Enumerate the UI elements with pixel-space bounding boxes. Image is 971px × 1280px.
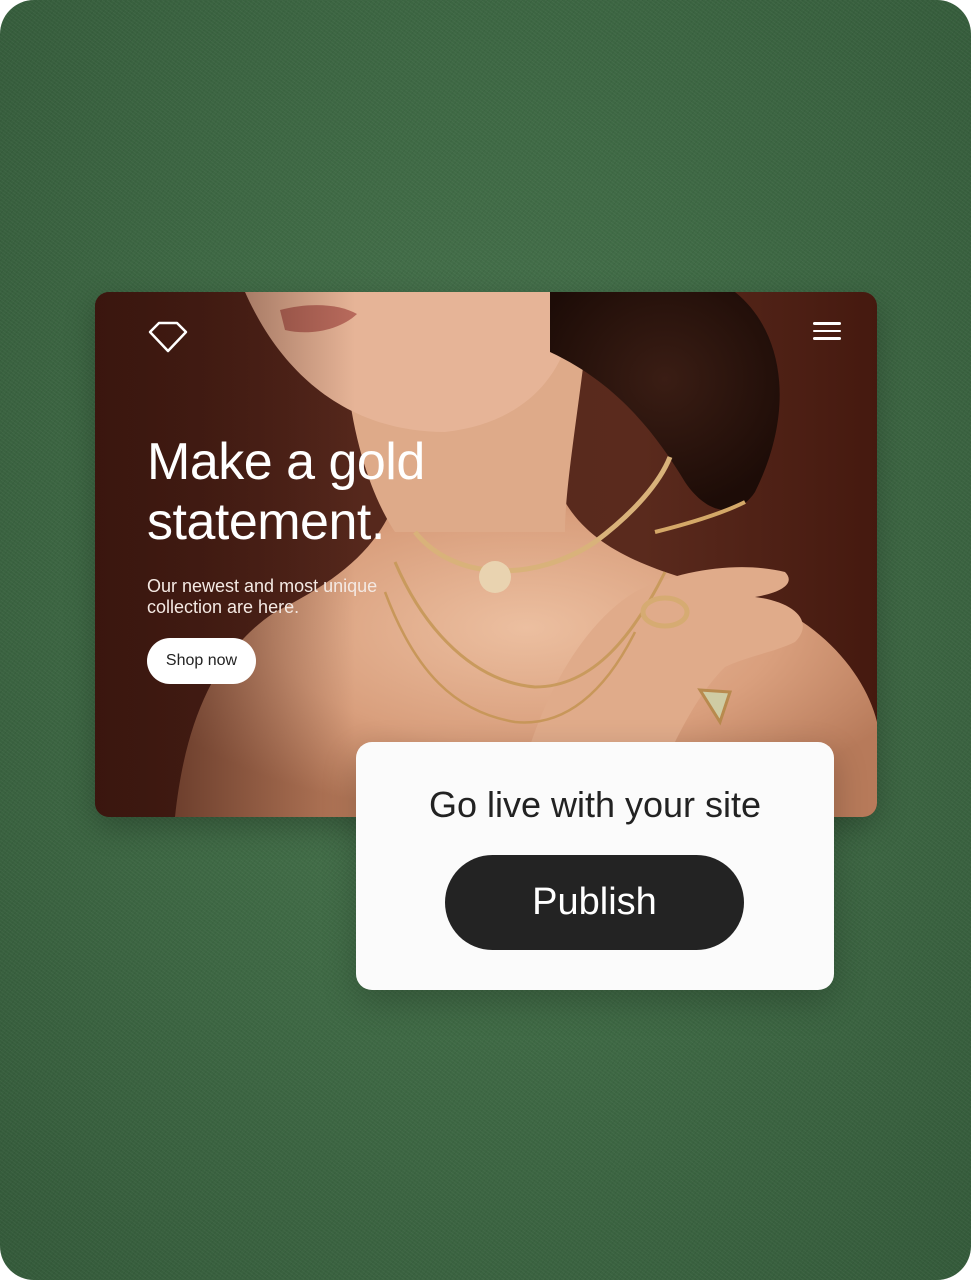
hero-subtext: Our newest and most unique collection ar… <box>147 576 378 617</box>
publish-card: Go live with your site Publish <box>356 742 834 990</box>
publish-title: Go live with your site <box>428 784 762 825</box>
publish-button[interactable]: Publish <box>445 855 744 950</box>
hero-headline: Make a gold statement. <box>147 433 425 551</box>
website-preview-card: Make a gold statement. Our newest and mo… <box>95 292 877 817</box>
hamburger-menu-icon[interactable] <box>813 322 841 344</box>
diamond-icon[interactable] <box>147 320 189 354</box>
hero-photo <box>95 292 877 817</box>
shop-now-button[interactable]: Shop now <box>147 638 256 684</box>
background-frame: Make a gold statement. Our newest and mo… <box>0 0 971 1280</box>
